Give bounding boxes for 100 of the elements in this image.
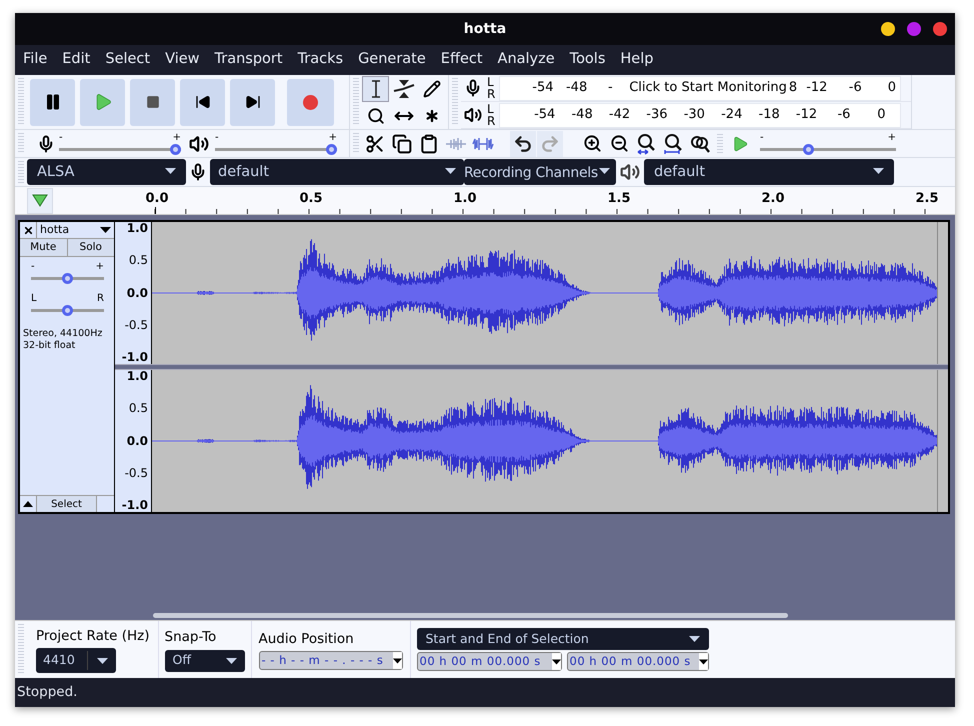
minimize-button[interactable]	[881, 22, 895, 36]
level-meter[interactable]: -54 -48 - Click to Start Monitoring 8 -12 -6 0	[499, 76, 901, 100]
track-name-dropdown[interactable]: hotta	[37, 222, 114, 238]
maximize-button[interactable]	[907, 22, 921, 36]
menu-item[interactable]: Effect	[440, 49, 483, 71]
min-label: -	[59, 132, 63, 142]
status-text: Stopped.	[17, 683, 78, 702]
meter-label: -6	[848, 79, 863, 98]
toolbar-grip[interactable]	[18, 624, 24, 675]
recording-volume-slider[interactable]	[59, 144, 181, 154]
toolbar-grip[interactable]	[353, 133, 359, 154]
meter-label: -48	[564, 79, 588, 98]
timeline-options-button[interactable]	[27, 188, 53, 214]
menu-item[interactable]: Help	[620, 49, 654, 71]
skip-forward-icon	[244, 94, 260, 110]
meter-label: -42	[608, 106, 632, 124]
toolbar-grip[interactable]	[18, 133, 24, 154]
selection-mode-dropdown[interactable]: Start and End of Selection	[416, 628, 708, 650]
caret-icon	[100, 227, 111, 233]
meter-label: 0	[886, 79, 897, 98]
meter-label: -12	[805, 79, 828, 98]
meter-label: -30	[682, 106, 706, 124]
select-track-button[interactable]: Select	[37, 496, 97, 512]
slider-thumb[interactable]	[62, 305, 73, 316]
menu-item[interactable]: Analyze	[498, 49, 555, 71]
record-button[interactable]	[287, 78, 334, 126]
zoom-out-icon	[610, 134, 628, 153]
toolbar-grip[interactable]	[353, 78, 359, 126]
stop-button[interactable]	[130, 78, 175, 126]
menu-item[interactable]: Tools	[570, 49, 606, 71]
menu-item[interactable]: Tracks	[298, 49, 344, 71]
meter-label: -	[606, 79, 614, 98]
record-icon	[303, 94, 318, 110]
slider-thumb[interactable]	[326, 144, 337, 154]
audio-host-dropdown[interactable]: ALSA	[27, 159, 186, 185]
snap-to-label: Snap-To	[164, 628, 218, 648]
scale-label: 0.5	[128, 402, 148, 416]
zoom-in-icon	[582, 134, 602, 153]
playback-volume-slider[interactable]	[215, 144, 337, 154]
meter-label: -12	[794, 106, 818, 124]
max-label: +	[96, 262, 104, 272]
microphone-icon	[37, 134, 55, 152]
slider-thumb[interactable]	[62, 273, 73, 284]
scale-label: 1.0	[126, 370, 148, 383]
pan-slider[interactable]	[31, 305, 104, 316]
meter-label: -54	[533, 106, 556, 124]
recording-device-dropdown[interactable]: default	[210, 159, 464, 185]
max-label: +	[888, 132, 896, 142]
project-rate-dropdown[interactable]: 4410	[36, 648, 116, 674]
ruler-label: 0.0	[145, 191, 169, 207]
meter-label: -48	[570, 106, 594, 124]
copy-icon	[392, 134, 412, 154]
menu-item[interactable]: View	[165, 49, 200, 71]
speaker-icon	[189, 134, 209, 154]
slider-thumb[interactable]	[802, 144, 814, 154]
channel-letter: R	[487, 115, 496, 127]
mute-button[interactable]: Mute	[20, 239, 68, 256]
snap-to-dropdown[interactable]: Off	[164, 650, 244, 672]
search-icon	[366, 107, 384, 125]
caret-icon	[873, 168, 884, 174]
meter-label: 0	[876, 106, 886, 124]
microphone-icon	[189, 163, 207, 181]
zoom-selection-icon	[636, 132, 656, 154]
time-field[interactable]: 00 h 00 m 00.000 s	[416, 652, 562, 671]
gain-slider[interactable]	[31, 273, 104, 284]
slider-thumb[interactable]	[170, 144, 181, 154]
solo-button[interactable]: Solo	[68, 239, 114, 256]
tool-button[interactable]	[362, 76, 389, 102]
clipboard-icon	[419, 134, 439, 154]
recording-channels-dropdown[interactable]: Recording Channels	[464, 159, 616, 185]
playback-device-dropdown[interactable]: default	[644, 159, 894, 185]
playback-speed-slider[interactable]	[760, 144, 896, 154]
project-rate-label: Project Rate (Hz)	[36, 626, 150, 646]
time-field[interactable]: 00 h 00 m 00.000 s	[566, 652, 708, 671]
menu-item[interactable]: Select	[105, 49, 150, 71]
menu-item[interactable]: Generate	[358, 49, 426, 71]
meter-label: -36	[645, 106, 669, 124]
skip-to-start-button[interactable]	[180, 78, 225, 126]
skip-to-end-button[interactable]	[230, 78, 275, 126]
close-button[interactable]	[933, 22, 947, 36]
undo-button[interactable]	[510, 130, 536, 156]
caret-icon	[445, 168, 456, 174]
level-meter[interactable]: -54 -48 -42 -36 -30 -24 -18 -12 -6 0	[499, 102, 901, 128]
menu-item[interactable]: File	[23, 49, 48, 71]
caret-icon	[165, 168, 176, 174]
toolbar-grip[interactable]	[18, 78, 24, 126]
menu-item[interactable]: Edit	[62, 49, 90, 71]
toolbar-grip[interactable]	[452, 78, 458, 126]
pause-button[interactable]	[30, 78, 75, 126]
menu-item[interactable]: Transport	[214, 49, 283, 71]
caret-icon	[226, 658, 236, 664]
scrollbar-thumb[interactable]	[153, 613, 788, 618]
track-info: Stereo, 44100Hz	[23, 328, 104, 340]
audio-position-label: Audio Position	[258, 630, 355, 649]
max-label: +	[328, 132, 337, 142]
trim-icon	[445, 136, 467, 152]
toolbar-grip[interactable]	[18, 161, 24, 183]
stop-icon	[146, 95, 160, 109]
meter-label: -6	[836, 106, 852, 124]
time-field[interactable]: - - h - - m - - . - - - s	[258, 651, 402, 670]
